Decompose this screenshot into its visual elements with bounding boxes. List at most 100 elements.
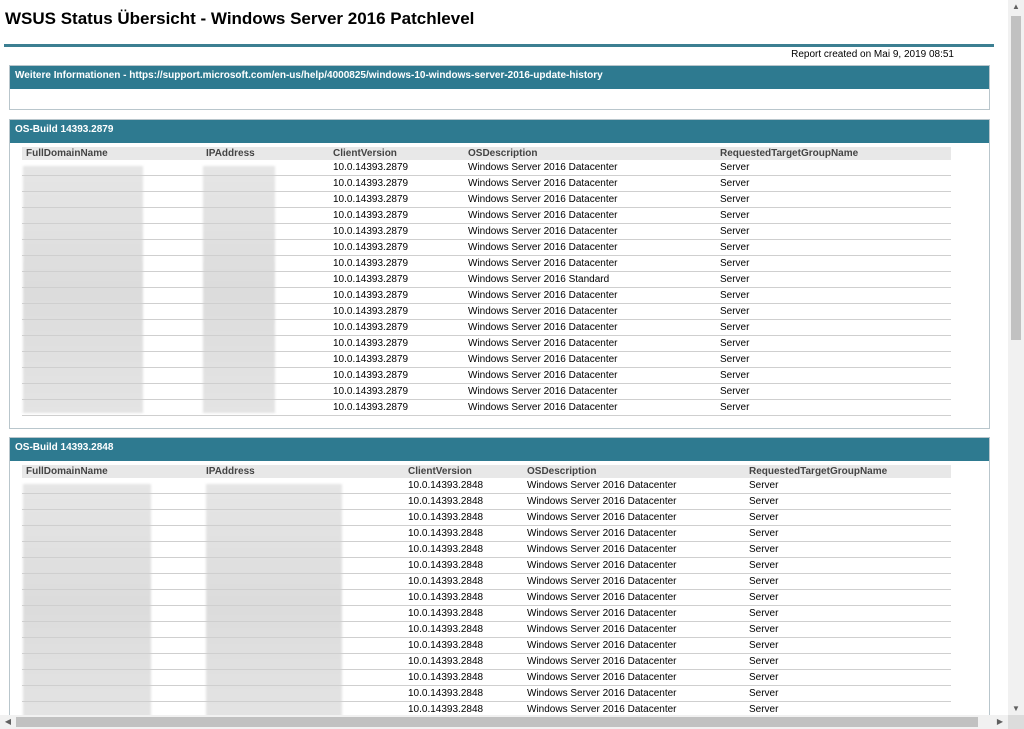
os-description-cell: Windows Server 2016 Datacenter	[523, 525, 745, 542]
title-divider	[4, 44, 994, 47]
domain-name-cell	[22, 685, 202, 702]
target-group-cell: Server	[716, 160, 951, 176]
target-group-cell: Server	[745, 541, 951, 558]
ip-address-cell	[202, 239, 329, 256]
vertical-scrollbar[interactable]: ▲ ▼	[1008, 0, 1024, 715]
ip-address-cell	[202, 287, 329, 304]
domain-name-cell	[22, 255, 202, 272]
table-row: 10.0.14393.2848 Windows Server 2016 Datac…	[22, 685, 951, 702]
table-row: 10.0.14393.2848 Windows Server 2016 Datac…	[22, 573, 951, 590]
domain-name-cell	[22, 367, 202, 384]
domain-name-cell	[22, 191, 202, 208]
scroll-left-arrow-icon[interactable]: ◀	[2, 717, 14, 726]
table-header: FullDomainName IPAddress ClientVersion OSDe…	[22, 465, 951, 478]
domain-name-cell	[22, 653, 202, 670]
table-row: 10.0.14393.2879 Windows Server 2016 Datac…	[22, 239, 951, 256]
client-version-cell: 10.0.14393.2879	[329, 175, 464, 192]
domain-name-cell	[22, 621, 202, 638]
os-description-cell: Windows Server 2016 Datacenter	[523, 573, 745, 590]
table-row: 10.0.14393.2879 Windows Server 2016 Datac…	[22, 319, 951, 336]
target-group-cell: Server	[716, 383, 951, 400]
client-version-cell: 10.0.14393.2848	[404, 541, 523, 558]
os-description-cell: Windows Server 2016 Datacenter	[523, 637, 745, 654]
scroll-up-arrow-icon[interactable]: ▲	[1010, 2, 1022, 11]
table-row: 10.0.14393.2879 Windows Server 2016 Datac…	[22, 383, 951, 400]
domain-name-cell	[22, 335, 202, 352]
vertical-scroll-thumb[interactable]	[1011, 16, 1021, 340]
ip-address-cell	[202, 303, 329, 320]
table-row: 10.0.14393.2848 Windows Server 2016 Datac…	[22, 525, 951, 542]
horizontal-scroll-thumb[interactable]	[16, 717, 978, 727]
ip-address-cell	[202, 541, 404, 558]
ip-address-cell	[202, 271, 329, 288]
client-version-cell: 10.0.14393.2848	[404, 653, 523, 670]
client-version-cell: 10.0.14393.2848	[404, 685, 523, 702]
column-header: ClientVersion	[329, 147, 464, 160]
build-section-header: OS-Build 14393.2848	[10, 438, 989, 461]
os-description-cell: Windows Server 2016 Datacenter	[523, 669, 745, 686]
table-row: 10.0.14393.2879 Windows Server 2016 Datac…	[22, 191, 951, 208]
table-row: 10.0.14393.2879 Windows Server 2016 Stand…	[22, 271, 951, 288]
ip-address-cell	[202, 191, 329, 208]
domain-name-cell	[22, 399, 202, 416]
column-header: ClientVersion	[404, 465, 523, 478]
domain-name-cell	[22, 605, 202, 622]
target-group-cell: Server	[716, 223, 951, 240]
scrollbar-corner	[1008, 715, 1024, 729]
report-page[interactable]: WSUS Status Übersicht - Windows Server 2…	[0, 0, 1008, 715]
table-row: 10.0.14393.2848 Windows Server 2016 Datac…	[22, 557, 951, 574]
os-description-cell: Windows Server 2016 Datacenter	[464, 255, 716, 272]
table-row: 10.0.14393.2848 Windows Server 2016 Datac…	[22, 669, 951, 686]
ip-address-cell	[202, 319, 329, 336]
computer-table: FullDomainName IPAddress ClientVersion OSDe…	[22, 147, 951, 416]
client-version-cell: 10.0.14393.2848	[404, 525, 523, 542]
table-row: 10.0.14393.2879 Windows Server 2016 Datac…	[22, 399, 951, 416]
os-description-cell: Windows Server 2016 Datacenter	[523, 478, 745, 494]
table-row: 10.0.14393.2879 Windows Server 2016 Datac…	[22, 335, 951, 352]
domain-name-cell	[22, 351, 202, 368]
column-header: IPAddress	[202, 465, 404, 478]
client-version-cell: 10.0.14393.2879	[329, 335, 464, 352]
target-group-cell: Server	[716, 303, 951, 320]
scroll-right-arrow-icon[interactable]: ▶	[994, 717, 1006, 726]
ip-address-cell	[202, 383, 329, 400]
ip-address-cell	[202, 573, 404, 590]
domain-name-cell	[22, 223, 202, 240]
ip-address-cell	[202, 175, 329, 192]
computer-table: FullDomainName IPAddress ClientVersion OSDe…	[22, 465, 951, 715]
domain-name-cell	[22, 207, 202, 224]
table-row: 10.0.14393.2879 Windows Server 2016 Datac…	[22, 303, 951, 320]
target-group-cell: Server	[745, 621, 951, 638]
ip-address-cell	[202, 685, 404, 702]
client-version-cell: 10.0.14393.2879	[329, 191, 464, 208]
target-group-cell: Server	[745, 557, 951, 574]
ip-address-cell	[202, 478, 404, 494]
horizontal-scrollbar[interactable]: ◀ ▶	[0, 715, 1008, 729]
table-row: 10.0.14393.2848 Windows Server 2016 Datac…	[22, 653, 951, 670]
table-row: 10.0.14393.2879 Windows Server 2016 Datac…	[22, 175, 951, 192]
client-version-cell: 10.0.14393.2848	[404, 589, 523, 606]
target-group-cell: Server	[716, 367, 951, 384]
os-description-cell: Windows Server 2016 Datacenter	[523, 509, 745, 526]
client-version-cell: 10.0.14393.2879	[329, 319, 464, 336]
domain-name-cell	[22, 669, 202, 686]
ip-address-cell	[202, 223, 329, 240]
table-row: 10.0.14393.2848 Windows Server 2016 Datac…	[22, 621, 951, 638]
column-header: FullDomainName	[22, 465, 202, 478]
domain-name-cell	[22, 541, 202, 558]
table-row: 10.0.14393.2879 Windows Server 2016 Datac…	[22, 223, 951, 240]
os-description-cell: Windows Server 2016 Datacenter	[523, 605, 745, 622]
domain-name-cell	[22, 319, 202, 336]
table-row: 10.0.14393.2848 Windows Server 2016 Datac…	[22, 589, 951, 606]
domain-name-cell	[22, 160, 202, 176]
column-header: RequestedTargetGroupName	[745, 465, 951, 478]
ip-address-cell	[202, 525, 404, 542]
table-row: 10.0.14393.2848 Windows Server 2016 Datac…	[22, 605, 951, 622]
target-group-cell: Server	[716, 255, 951, 272]
ip-address-cell	[202, 605, 404, 622]
scroll-down-arrow-icon[interactable]: ▼	[1010, 704, 1022, 713]
domain-name-cell	[22, 589, 202, 606]
client-version-cell: 10.0.14393.2848	[404, 669, 523, 686]
os-description-cell: Windows Server 2016 Datacenter	[523, 557, 745, 574]
os-description-cell: Windows Server 2016 Datacenter	[464, 351, 716, 368]
